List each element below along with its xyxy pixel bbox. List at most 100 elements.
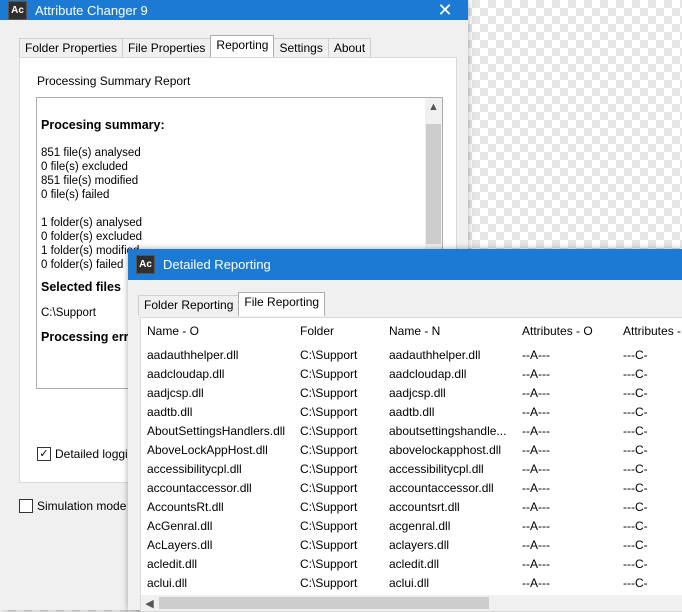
file-line: 0 file(s) failed — [41, 189, 110, 201]
cell-attributes-n: ---C- — [623, 462, 648, 476]
cell-name-o: AcLayers.dll — [147, 538, 213, 552]
cell-name-o: aadauthhelper.dll — [147, 348, 239, 362]
cell-name-o: AcGenral.dll — [147, 519, 213, 533]
column-header-attributes-n[interactable]: Attributes - — [623, 324, 681, 338]
main-title-bar[interactable]: Ac Attribute Changer 9 ✕ — [0, 0, 468, 20]
table-row[interactable]: acledit.dll C:\Support acledit.dll --A--- --… — [141, 555, 682, 574]
tab-about[interactable]: About — [327, 38, 372, 59]
table-row[interactable]: aadjcsp.dll C:\Support aadjcsp.dll --A--- --… — [141, 384, 682, 403]
scroll-left-icon[interactable]: ◀ — [141, 595, 158, 611]
app-icon: Ac — [136, 255, 155, 274]
cell-attributes-o: --A--- — [522, 462, 550, 476]
simulation-mode-checkbox[interactable]: Simulation mode — [19, 499, 126, 513]
cell-name-n: accountsrt.dll — [389, 500, 460, 514]
tab-folder-reporting[interactable]: Folder Reporting — [138, 295, 240, 316]
cell-name-o: AboutSettingsHandlers.dll — [147, 424, 286, 438]
file-report-list[interactable]: Name - O Folder Name - N Attributes - O … — [140, 317, 682, 612]
cell-folder: C:\Support — [300, 367, 358, 381]
cell-attributes-n: ---C- — [623, 557, 648, 571]
app-icon: Ac — [8, 0, 27, 20]
detail-title-bar[interactable]: Ac Detailed Reporting — [128, 249, 682, 280]
table-row[interactable]: AboveLockAppHost.dll C:\Support abovelocka… — [141, 441, 682, 460]
checkbox-checked-icon[interactable]: ✓ — [37, 447, 51, 461]
cell-folder: C:\Support — [300, 576, 358, 590]
cell-attributes-o: --A--- — [522, 519, 550, 533]
cell-folder: C:\Support — [300, 519, 358, 533]
tab-folder-properties[interactable]: Folder Properties — [19, 38, 124, 59]
scroll-thumb[interactable] — [159, 597, 489, 609]
cell-attributes-n: ---C- — [623, 348, 648, 362]
cell-attributes-o: --A--- — [522, 500, 550, 514]
table-row[interactable]: aclui.dll C:\Support aclui.dll --A--- ---C- — [141, 574, 682, 593]
table-row[interactable]: AccountsRt.dll C:\Support accountsrt.dll --… — [141, 498, 682, 517]
cell-attributes-o: --A--- — [522, 405, 550, 419]
close-icon[interactable]: ✕ — [422, 0, 468, 20]
cell-attributes-o: --A--- — [522, 481, 550, 495]
cell-name-o: acledit.dll — [147, 557, 198, 571]
cell-folder: C:\Support — [300, 348, 358, 362]
file-line: 851 file(s) modified — [41, 175, 139, 187]
cell-name-n: acledit.dll — [389, 557, 440, 571]
main-window-title: Attribute Changer 9 — [35, 2, 148, 18]
detailed-logging-checkbox[interactable]: ✓ Detailed logging — [37, 447, 141, 461]
table-row[interactable]: AboutSettingsHandlers.dll C:\Support about… — [141, 422, 682, 441]
folder-line: 0 folder(s) excluded — [41, 231, 142, 243]
cell-attributes-n: ---C- — [623, 576, 648, 590]
cell-folder: C:\Support — [300, 500, 358, 514]
cell-attributes-o: --A--- — [522, 348, 550, 362]
column-header-name-o[interactable]: Name - O — [147, 324, 199, 338]
cell-attributes-n: ---C- — [623, 424, 648, 438]
cell-attributes-n: ---C- — [623, 386, 648, 400]
cell-name-o: aadtb.dll — [147, 405, 193, 419]
scroll-up-icon[interactable]: ▲ — [425, 98, 442, 115]
table-row[interactable]: accountaccessor.dll C:\Support accountacce… — [141, 479, 682, 498]
table-row[interactable]: AcLayers.dll C:\Support aclayers.dll --A---… — [141, 536, 682, 555]
cell-attributes-o: --A--- — [522, 557, 550, 571]
cell-attributes-n: ---C- — [623, 405, 648, 419]
cell-name-o: accountaccessor.dll — [147, 481, 252, 495]
table-row[interactable]: accessibilitycpl.dll C:\Support accessibil… — [141, 460, 682, 479]
tab-file-reporting[interactable]: File Reporting — [238, 292, 326, 316]
section-title: Processing Summary Report — [37, 74, 191, 88]
cell-name-n: aadauthhelper.dll — [389, 348, 481, 362]
cell-folder: C:\Support — [300, 557, 358, 571]
cell-attributes-n: ---C- — [623, 367, 648, 381]
column-header-name-n[interactable]: Name - N — [389, 324, 440, 338]
simulation-mode-label: Simulation mode — [37, 499, 127, 513]
tab-settings[interactable]: Settings — [273, 38, 329, 59]
cell-folder: C:\Support — [300, 405, 358, 419]
table-row[interactable]: aadtb.dll C:\Support aadtb.dll --A--- ---C- — [141, 403, 682, 422]
cell-name-n: aclayers.dll — [389, 538, 450, 552]
cell-attributes-o: --A--- — [522, 386, 550, 400]
cell-name-o: accessibilitycpl.dll — [147, 462, 242, 476]
detail-window-title: Detailed Reporting — [163, 257, 271, 272]
cell-name-o: AccountsRt.dll — [147, 500, 224, 514]
cell-name-n: accessibilitycpl.dll — [389, 462, 484, 476]
cell-name-n: aboutsettingshandle... — [389, 424, 507, 438]
cell-name-n: acgenral.dll — [389, 519, 451, 533]
cell-folder: C:\Support — [300, 462, 358, 476]
checkbox-unchecked-icon[interactable] — [19, 499, 33, 513]
summary-header: Procesing summary: — [41, 118, 165, 132]
cell-attributes-n: ---C- — [623, 519, 648, 533]
cell-folder: C:\Support — [300, 538, 358, 552]
cell-attributes-o: --A--- — [522, 443, 550, 457]
tab-file-properties[interactable]: File Properties — [122, 38, 212, 59]
cell-folder: C:\Support — [300, 386, 358, 400]
column-header-folder[interactable]: Folder — [300, 324, 334, 338]
file-line: 0 file(s) excluded — [41, 161, 128, 173]
cell-attributes-o: --A--- — [522, 538, 550, 552]
cell-name-o: aclui.dll — [147, 576, 188, 590]
cell-folder: C:\Support — [300, 424, 358, 438]
tab-reporting[interactable]: Reporting — [210, 35, 275, 59]
file-line: 851 file(s) analysed — [41, 147, 141, 159]
table-row[interactable]: aadauthhelper.dll C:\Support aadauthhelper… — [141, 346, 682, 365]
table-row[interactable]: aadcloudap.dll C:\Support aadcloudap.dll --… — [141, 365, 682, 384]
table-row[interactable]: AcGenral.dll C:\Support acgenral.dll --A---… — [141, 517, 682, 536]
list-horizontal-scrollbar[interactable]: ◀ — [141, 595, 682, 611]
cell-folder: C:\Support — [300, 481, 358, 495]
cell-name-n: abovelockapphost.dll — [389, 443, 502, 457]
column-header-attributes-o[interactable]: Attributes - O — [522, 324, 593, 338]
scroll-thumb[interactable] — [426, 124, 441, 244]
cell-folder: C:\Support — [300, 443, 358, 457]
